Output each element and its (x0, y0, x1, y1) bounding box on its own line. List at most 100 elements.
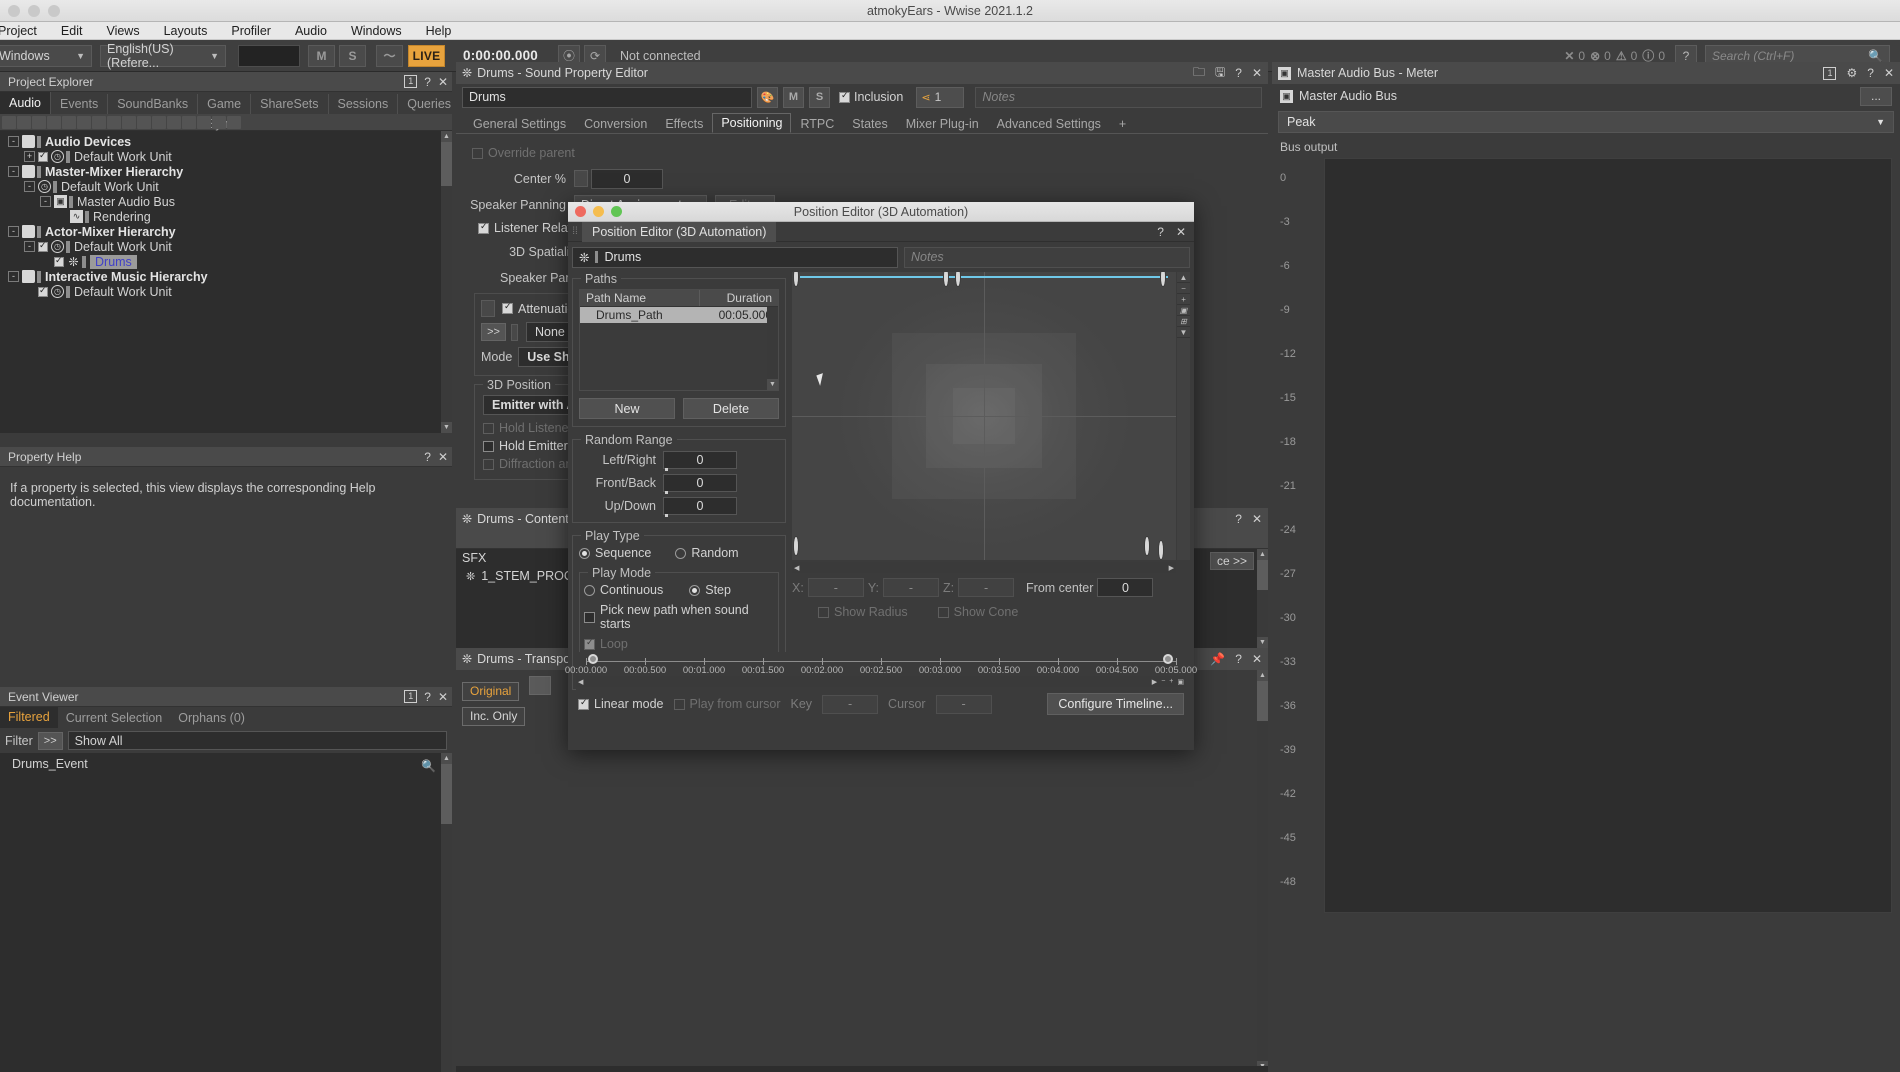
tree-item[interactable]: ∿ Rendering (0, 209, 452, 224)
left-right-input[interactable]: 0 (663, 451, 737, 471)
contents-scrollbar[interactable]: ▲ ▼ (1257, 549, 1268, 648)
tree-item[interactable]: - Audio Devices (0, 134, 452, 149)
linear-mode-checkbox[interactable]: Linear mode (578, 697, 664, 711)
open-folder-icon[interactable]: 🗀 (1193, 63, 1205, 84)
expand-icon[interactable]: + (24, 151, 35, 162)
tab-add[interactable]: + (1110, 114, 1135, 133)
tree-item[interactable]: + ◷ Default Work Unit (0, 149, 452, 164)
cursor-input[interactable]: - (935, 694, 992, 714)
menu-item-help[interactable]: Help (414, 22, 464, 40)
key-input[interactable]: - (822, 694, 879, 714)
override-parent-checkbox[interactable]: Override parent (472, 146, 1268, 160)
tree-item[interactable]: - Interactive Music Hierarchy (0, 269, 452, 284)
xref-counter[interactable]: ⋖ 1 (916, 86, 965, 108)
dialog-traffic-lights[interactable] (575, 206, 622, 217)
zoom-out-icon[interactable]: − (1161, 678, 1165, 686)
help-icon[interactable]: ? (424, 75, 431, 89)
help-icon[interactable]: ? (1235, 652, 1242, 666)
blend-container-icon[interactable] (107, 115, 121, 129)
save-icon[interactable]: 🖫 (1215, 63, 1225, 84)
tab-current-selection[interactable]: Current Selection (58, 709, 171, 728)
canvas-horizontal-scrollbar[interactable]: ◀ ▶ (792, 562, 1176, 573)
show-radius-checkbox[interactable]: Show Radius (818, 605, 908, 619)
filter-browse-button[interactable]: >> (37, 731, 63, 750)
zoom-out-icon[interactable]: − (1177, 283, 1190, 294)
scroll-down-icon[interactable]: ▼ (1177, 327, 1190, 338)
random-container-icon[interactable] (62, 115, 76, 129)
zoom-fit-icon[interactable]: ▣ (1177, 678, 1184, 686)
mute-button[interactable]: M (783, 86, 804, 108)
help-icon[interactable]: ? (1235, 512, 1242, 526)
scroll-down-icon[interactable]: ▼ (767, 379, 778, 390)
scroll-right-icon[interactable]: ▶ (1152, 678, 1157, 686)
help-icon[interactable]: ? (424, 690, 431, 704)
tree-item[interactable]: - ◷ Default Work Unit (0, 239, 452, 254)
scroll-left-icon[interactable]: ◀ (578, 678, 583, 686)
profiler-graph-icon[interactable]: 〜 (376, 44, 403, 67)
folder-icon[interactable] (17, 115, 31, 129)
tab-states[interactable]: States (843, 114, 896, 133)
sequence-container-icon[interactable] (77, 115, 91, 129)
scroll-up-icon[interactable]: ▲ (441, 131, 452, 142)
view-index-badge[interactable]: 1 (1823, 66, 1837, 80)
scroll-right-icon[interactable]: ▶ (1169, 564, 1176, 572)
pin-icon[interactable]: 📌 (1210, 652, 1225, 666)
collapse-icon[interactable]: - (8, 166, 19, 177)
close-icon[interactable]: ✕ (438, 75, 448, 89)
path-node-end[interactable] (1161, 272, 1174, 286)
z-input[interactable]: - (958, 578, 1015, 597)
tab-audio[interactable]: Audio (0, 92, 51, 114)
play-type-sequence-radio[interactable]: Sequence (579, 546, 651, 560)
view-index-badge[interactable]: 1 (404, 690, 418, 703)
show-cone-checkbox[interactable]: Show Cone (937, 605, 1018, 619)
tree-item[interactable]: ❊ Drums (0, 254, 452, 269)
close-icon[interactable]: ✕ (438, 450, 448, 464)
y-input[interactable]: - (882, 578, 939, 597)
object-name-input[interactable]: Drums (462, 86, 752, 108)
front-back-input[interactable]: 0 (663, 474, 737, 494)
help-icon[interactable]: ? (424, 450, 431, 464)
help-icon[interactable]: ? (1867, 66, 1874, 80)
tab-advanced-settings[interactable]: Advanced Settings (988, 114, 1110, 133)
menu-item-layouts[interactable]: Layouts (152, 22, 220, 40)
help-icon[interactable]: ? (1235, 66, 1242, 80)
mute-button[interactable]: M (308, 44, 335, 67)
tree-item[interactable]: - Master-Mixer Hierarchy (0, 164, 452, 179)
menu-item-audio[interactable]: Audio (283, 22, 339, 40)
search-icon[interactable]: 🔍 (421, 759, 436, 773)
scroll-up-icon[interactable]: ▲ (441, 753, 452, 764)
tree-item[interactable]: - ▣ Master Audio Bus (0, 194, 452, 209)
position-editor-tab[interactable]: Position Editor (3D Automation) (582, 221, 777, 242)
original-toggle[interactable]: Original (462, 681, 520, 701)
scroll-up-icon[interactable]: ▲ (1257, 549, 1268, 560)
tab-effects[interactable]: Effects (656, 114, 712, 133)
automation-path-line[interactable] (800, 276, 1168, 278)
tab-orphans[interactable]: Orphans (0) (170, 709, 253, 728)
path-node-mid-2[interactable] (956, 272, 969, 286)
live-button[interactable]: LIVE (408, 44, 445, 67)
motion-fx-icon[interactable] (137, 115, 151, 129)
close-icon[interactable]: ✕ (1884, 66, 1894, 80)
view-index-badge[interactable]: 1 (404, 75, 418, 88)
color-palette-icon[interactable]: 🎨 (757, 86, 778, 108)
attenuation-slider[interactable] (481, 300, 495, 317)
collapse-icon[interactable]: - (8, 271, 19, 282)
close-icon[interactable]: ✕ (1176, 225, 1186, 239)
x-input[interactable]: - (807, 578, 864, 597)
tree-item[interactable]: ◷ Default Work Unit (0, 284, 452, 299)
meter-options-button[interactable]: ... (1860, 86, 1892, 106)
help-icon[interactable]: ? (1157, 225, 1164, 239)
music-segment-icon[interactable] (182, 115, 196, 129)
close-icon[interactable]: ✕ (1252, 512, 1262, 526)
platform-selector[interactable]: Windows ▼ (0, 44, 92, 67)
center-percent-input[interactable]: 0 (591, 168, 663, 189)
inclusion-checkbox[interactable]: Inclusion (839, 90, 903, 104)
checkbox-icon[interactable] (54, 255, 64, 267)
collapse-icon[interactable]: - (24, 181, 35, 192)
tab-events[interactable]: Events (51, 94, 109, 114)
play-mode-step-radio[interactable]: Step (689, 583, 731, 597)
solo-button[interactable]: S (809, 86, 830, 108)
solo-button[interactable]: S (339, 44, 366, 67)
table-row[interactable]: Drums_Path 00:05.000 (580, 307, 778, 323)
tab-gamesyncs[interactable]: Game Syncs (198, 94, 252, 131)
